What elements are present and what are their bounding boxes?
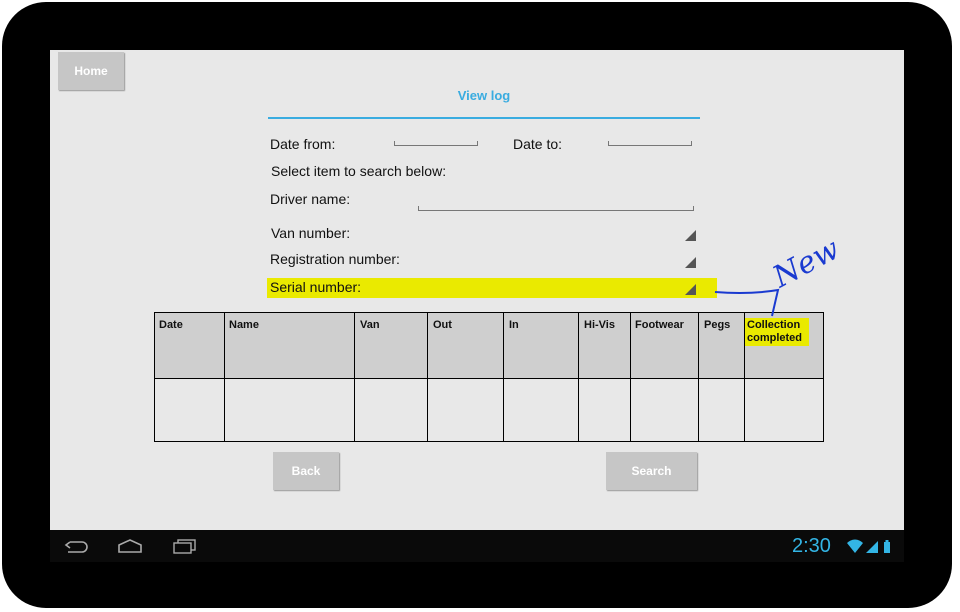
col-header-out: Out [433, 319, 452, 331]
column-divider [503, 313, 504, 441]
col-header-name: Name [229, 319, 259, 331]
serial-number-dropdown-icon[interactable] [685, 284, 696, 295]
status-clock: 2:30 [792, 535, 831, 557]
status-icons [847, 539, 890, 553]
col-header-date: Date [159, 319, 183, 331]
log-table: Date Name Van Out In Hi-Vis Footwear Peg… [154, 312, 824, 442]
new-annotation: New [714, 231, 846, 317]
signal-icon [866, 541, 878, 553]
wifi-icon [847, 539, 863, 553]
registration-number-label: Registration number: [270, 251, 400, 267]
recent-apps-nav-icon[interactable] [172, 538, 198, 554]
date-to-label: Date to: [513, 136, 563, 152]
driver-name-label: Driver name: [270, 191, 351, 207]
home-button[interactable]: Home [58, 52, 124, 90]
annotation-text: New [766, 231, 845, 295]
back-button[interactable]: Back [273, 452, 339, 490]
column-divider [698, 313, 699, 441]
annotation-arrow [714, 288, 780, 317]
home-nav-icon[interactable] [117, 538, 143, 554]
col-header-footwear: Footwear [635, 319, 684, 331]
col-header-van: Van [360, 319, 380, 331]
driver-name-field[interactable] [418, 206, 694, 211]
column-divider [578, 313, 579, 441]
back-nav-icon[interactable] [64, 538, 90, 554]
registration-number-dropdown-icon[interactable] [685, 257, 696, 268]
search-button[interactable]: Search [606, 452, 697, 490]
date-from-label: Date from: [270, 136, 336, 152]
serial-number-label: Serial number: [270, 279, 362, 295]
col-header-in: In [509, 319, 519, 331]
van-number-label: Van number: [271, 225, 351, 241]
title-divider [268, 117, 700, 119]
select-prompt: Select item to search below: [271, 163, 447, 179]
date-from-field[interactable] [394, 141, 478, 146]
column-divider [354, 313, 355, 441]
column-divider [630, 313, 631, 441]
column-divider [427, 313, 428, 441]
page-title: View log [457, 88, 511, 103]
battery-icon [884, 542, 890, 553]
van-number-dropdown-icon[interactable] [685, 230, 696, 241]
battery-tip [885, 540, 889, 542]
date-to-field[interactable] [608, 141, 692, 146]
column-divider [224, 313, 225, 441]
col-header-hi-vis: Hi-Vis [584, 319, 615, 331]
